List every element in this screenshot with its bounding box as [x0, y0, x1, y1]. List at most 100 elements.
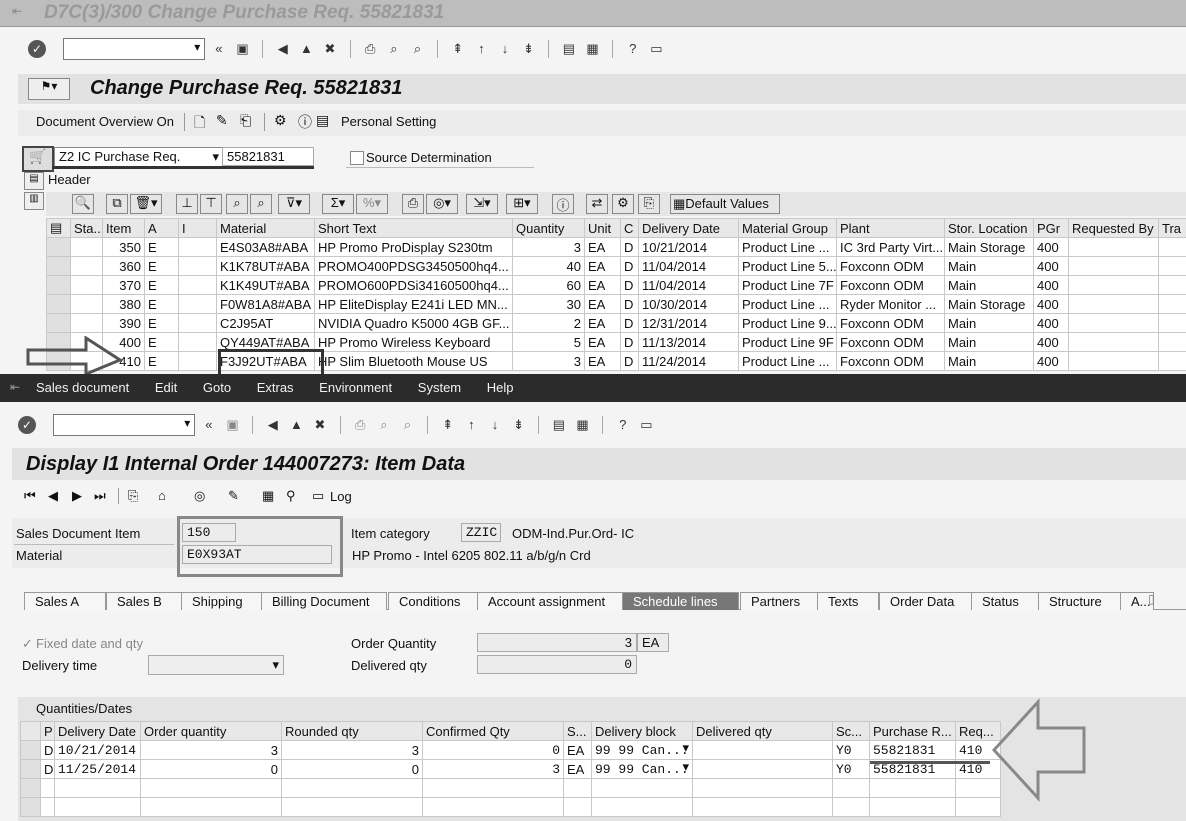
empty-cell[interactable]: [54, 797, 141, 817]
cell-selector[interactable]: [20, 740, 41, 760]
menu-help[interactable]: Help: [487, 380, 514, 395]
col-header[interactable]: S...: [563, 721, 592, 741]
cell-confirmed-qty[interactable]: 3: [422, 759, 564, 779]
empty-cell[interactable]: [591, 778, 693, 798]
cell-requested-by[interactable]: [1068, 351, 1159, 371]
col-header[interactable]: Delivery block: [591, 721, 693, 741]
document-overview-button[interactable]: Document Overview On: [36, 114, 174, 129]
cell-material[interactable]: C2J95AT: [216, 313, 315, 333]
cell-rounded-qty[interactable]: 3: [281, 740, 423, 760]
cell-selector[interactable]: [46, 237, 71, 257]
enter-icon[interactable]: ✓: [28, 40, 46, 58]
tab-status[interactable]: Status: [971, 592, 1043, 610]
cell-short-text[interactable]: PROMO400PDSG3450500hq4...: [314, 256, 513, 276]
copy-icon[interactable]: ⧉: [106, 194, 128, 214]
edit-doc-icon[interactable]: ✎: [228, 488, 239, 504]
col-header[interactable]: Purchase R...: [869, 721, 956, 741]
cell-schedule-cat[interactable]: Y0: [832, 740, 870, 760]
subtotal-icon[interactable]: %▾: [356, 194, 388, 214]
cell-confirmed-qty[interactable]: 0: [422, 740, 564, 760]
help-icon[interactable]: ?: [624, 40, 642, 58]
log-icon[interactable]: ▭: [312, 488, 324, 504]
empty-cell[interactable]: [140, 797, 282, 817]
back-icon[interactable]: ◀: [274, 40, 292, 58]
cell-selector[interactable]: [46, 313, 71, 333]
save-icon[interactable]: ▣: [234, 40, 252, 58]
save-icon[interactable]: ▣: [224, 416, 242, 434]
col-header[interactable]: Sc...: [832, 721, 870, 741]
cell-material-group[interactable]: Product Line 9F: [738, 332, 837, 352]
cell-requested-by[interactable]: [1068, 256, 1159, 276]
find-grid-icon[interactable]: ⌕: [226, 194, 248, 214]
cell-indicator[interactable]: [178, 294, 217, 314]
cell-material[interactable]: F0W81A8#ABA: [216, 294, 315, 314]
cell-plant[interactable]: Foxconn ODM: [836, 332, 945, 352]
find-icon[interactable]: ⌕: [385, 40, 403, 58]
cell-sales-unit[interactable]: EA: [563, 740, 592, 760]
cell-material-group[interactable]: Product Line ...: [738, 351, 837, 371]
cell-pgr[interactable]: 400: [1033, 275, 1069, 295]
table-row[interactable]: D10/21/2014 ⧉330EA99 99 Can...▾Y05582183…: [20, 740, 1001, 760]
table-row[interactable]: 380 E F0W81A8#ABA HP EliteDisplay E241i LED…: [46, 294, 1186, 314]
doc-flow-icon[interactable]: ⎘: [128, 488, 138, 504]
table-row[interactable]: 390 E C2J95AT NVIDIA Quadro K5000 4GB GF...…: [46, 313, 1186, 333]
cell-material[interactable]: K1K78UT#ABA: [216, 256, 315, 276]
col-header[interactable]: C: [620, 218, 639, 238]
table-row[interactable]: 370 E K1K49UT#ABA PROMO600PDSi34160500hq4..…: [46, 275, 1186, 295]
cell-delivery-block[interactable]: 99 99 Can... ▾: [591, 759, 693, 779]
doc-type-select[interactable]: Z2 IC Purchase Req. ▾: [54, 147, 224, 167]
cell-material-group[interactable]: Product Line 9...: [738, 313, 837, 333]
cell-indicator[interactable]: [178, 313, 217, 333]
tab-list-icon[interactable]: ▯: [1148, 592, 1155, 606]
cell-status[interactable]: [70, 275, 103, 295]
empty-cell[interactable]: [422, 778, 564, 798]
cell-stor-location[interactable]: Main: [944, 256, 1034, 276]
source-determination-checkbox[interactable]: [350, 151, 364, 165]
tab-conditions[interactable]: Conditions: [388, 592, 480, 610]
header-icon[interactable]: ⌂: [158, 488, 166, 503]
order-qty-field[interactable]: 3: [477, 633, 637, 652]
cell-tra[interactable]: [1158, 332, 1186, 352]
cell-short-text[interactable]: HP EliteDisplay E241i LED MN...: [314, 294, 513, 314]
cell-tra[interactable]: [1158, 313, 1186, 333]
order-qty-unit[interactable]: EA: [637, 633, 669, 652]
find-icon[interactable]: ⌕: [375, 416, 393, 434]
empty-cell[interactable]: [40, 778, 55, 798]
cell-indicator[interactable]: [178, 351, 217, 371]
delivery-time-select[interactable]: ▾: [148, 655, 284, 675]
cell-plant[interactable]: IC 3rd Party Virt...: [836, 237, 945, 257]
tab-shipping[interactable]: Shipping: [181, 592, 267, 610]
cell-indicator[interactable]: [178, 275, 217, 295]
cell-quantity[interactable]: 30: [512, 294, 585, 314]
cell-material-group[interactable]: Product Line 5...: [738, 256, 837, 276]
change-icon[interactable]: ✎: [216, 112, 228, 129]
print-grid-icon[interactable]: ⎙: [402, 194, 424, 214]
cell-acct[interactable]: E: [144, 237, 179, 257]
select-all-icon[interactable]: ▤: [46, 218, 71, 238]
col-header[interactable]: I: [178, 218, 217, 238]
last-page-icon[interactable]: ⇟: [520, 40, 538, 58]
cell-item[interactable]: 360: [102, 256, 145, 276]
col-header[interactable]: Delivery Date: [638, 218, 739, 238]
cell-selector[interactable]: [46, 256, 71, 276]
cell-delivered-qty[interactable]: [692, 740, 833, 760]
cell-requested-by[interactable]: [1068, 294, 1159, 314]
layout-select-icon[interactable]: ⊞▾: [506, 194, 538, 214]
item-overview-icon[interactable]: ▥: [24, 192, 44, 210]
prev-page-icon[interactable]: ↑: [472, 40, 490, 58]
cell-stor-location[interactable]: Main: [944, 351, 1034, 371]
menu-extras[interactable]: Extras: [257, 380, 294, 395]
reference-icon[interactable]: ⚲: [286, 488, 296, 504]
cell-unit[interactable]: EA: [584, 351, 621, 371]
cell-c[interactable]: D: [620, 313, 639, 333]
cell-acct[interactable]: E: [144, 275, 179, 295]
cell-delivery-date[interactable]: 10/30/2014: [638, 294, 739, 314]
new-session-icon[interactable]: ▤: [560, 40, 578, 58]
cell-tra[interactable]: [1158, 275, 1186, 295]
empty-cell[interactable]: [20, 797, 41, 817]
menu-system[interactable]: System: [418, 380, 461, 395]
cell-plant[interactable]: Foxconn ODM: [836, 256, 945, 276]
cell-acct[interactable]: E: [144, 351, 179, 371]
calculator-icon[interactable]: ▦: [262, 488, 274, 504]
menu-environment[interactable]: Environment: [319, 380, 392, 395]
